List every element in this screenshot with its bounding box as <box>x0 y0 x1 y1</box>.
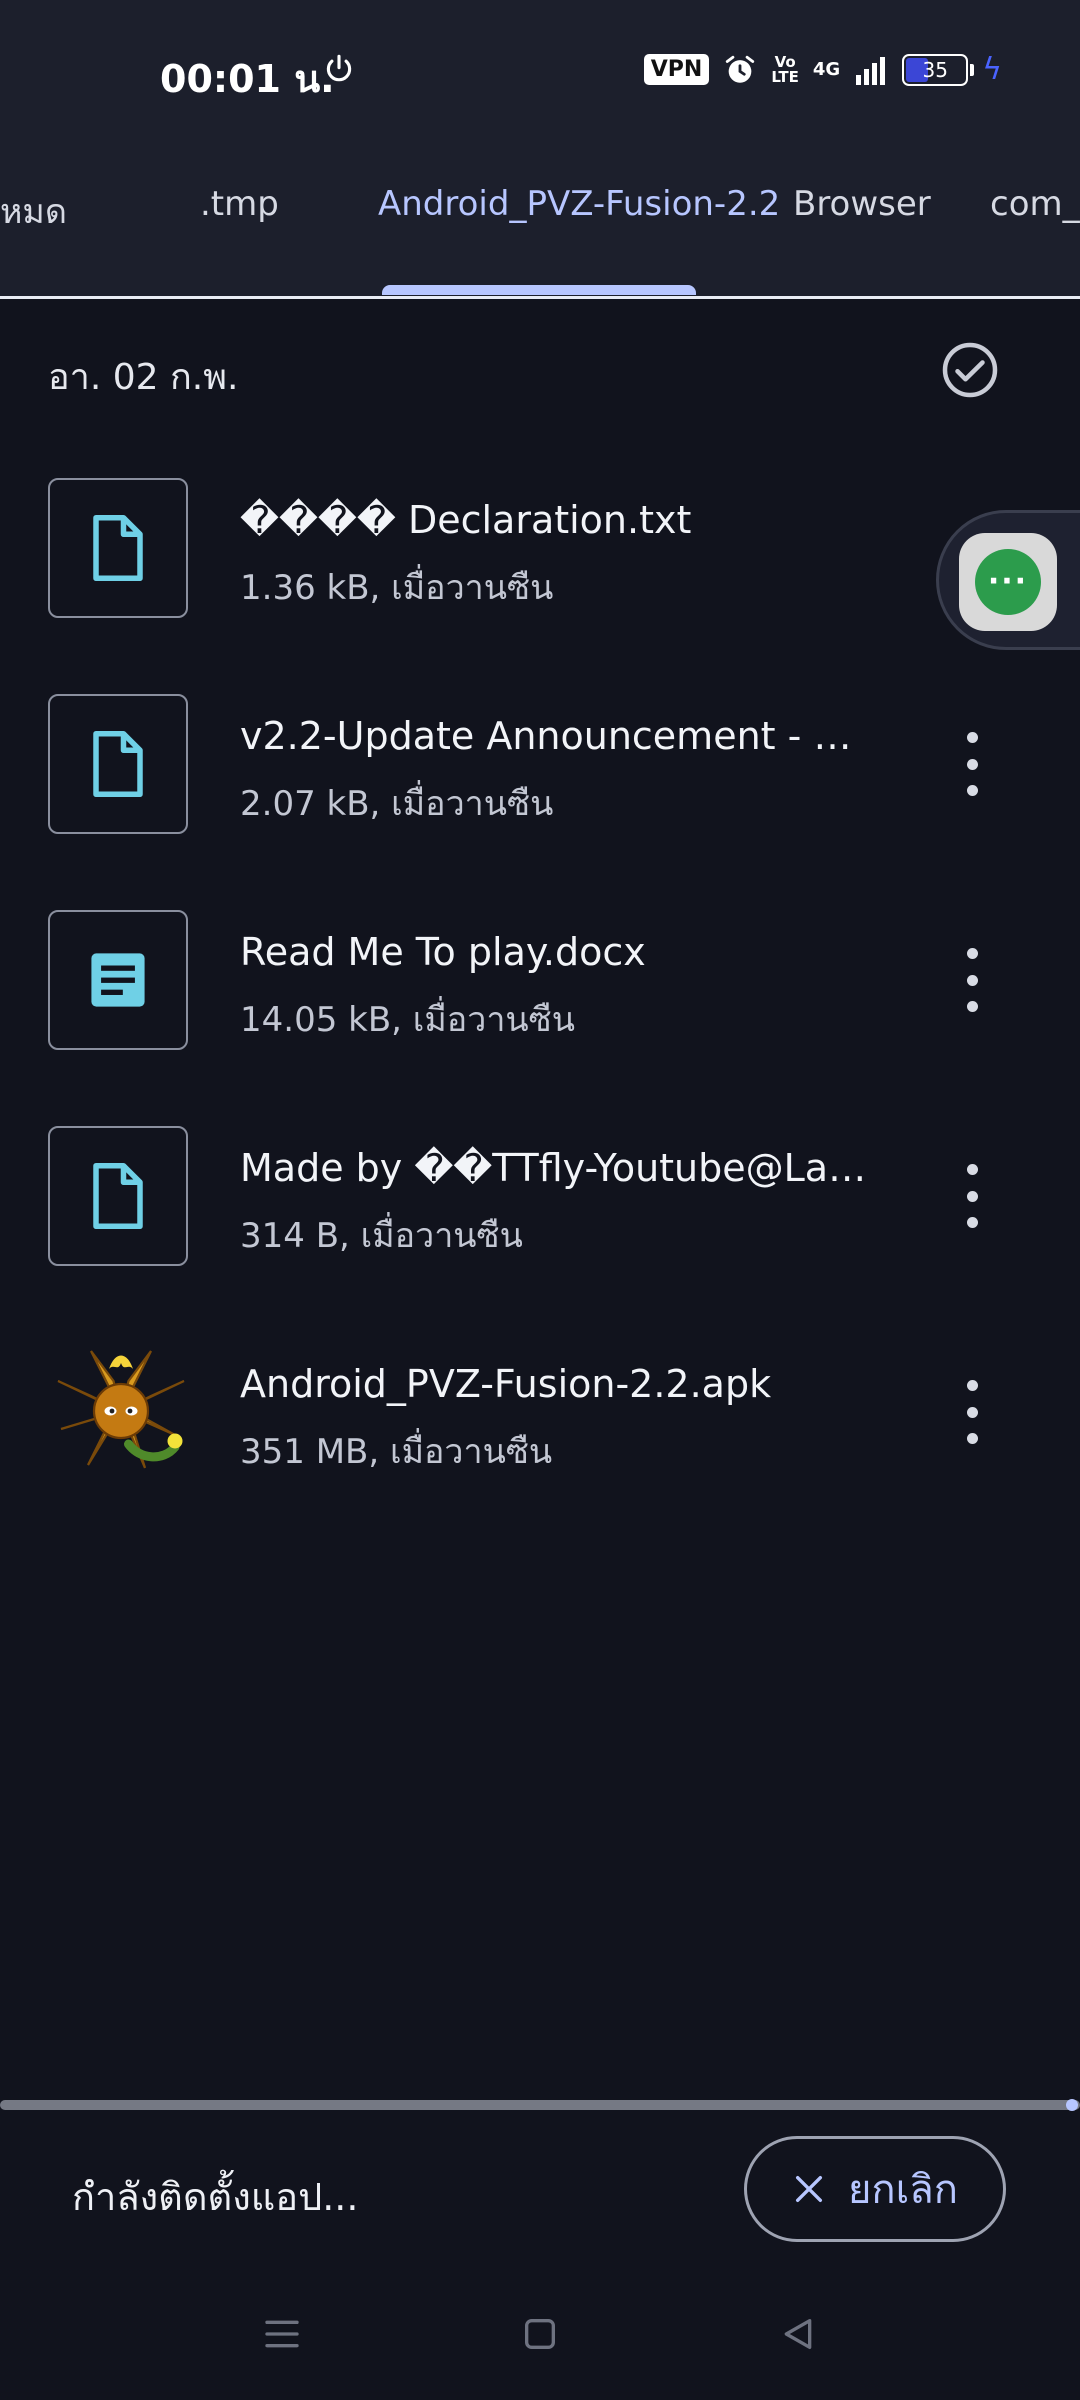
file-row[interactable]: Made by ��ТТfly-Youtube@Lanpia··· 314 B,… <box>0 1126 1080 1306</box>
file-icon <box>93 731 143 797</box>
file-name: Read Me To play.docx <box>240 930 646 974</box>
tab-android-pvz-fusion[interactable]: Android_PVZ-Fusion-2.2 <box>378 184 780 224</box>
bubble-app-icon: ··· <box>959 533 1057 631</box>
more-options-icon[interactable] <box>950 1164 994 1228</box>
document-icon <box>91 953 145 1007</box>
signal-icon <box>856 56 886 85</box>
file-thumbnail <box>48 478 188 618</box>
install-status-text: กำลังติดตั้งแอป... <box>72 2175 359 2219</box>
tab-browser[interactable]: Browser <box>793 184 931 224</box>
apk-app-icon <box>57 1350 185 1469</box>
file-row[interactable]: v2.2-Update Announcement - ���··· 2.07 k… <box>0 694 1080 874</box>
file-name: ���� Declaration.txt <box>240 498 692 542</box>
more-options-icon[interactable] <box>950 948 994 1012</box>
install-progress-end <box>1066 2099 1078 2111</box>
file-icon <box>93 515 143 581</box>
date-header: อา. 02 ก.พ. <box>48 357 239 398</box>
file-meta: 14.05 kB, เมื่อวานซืน <box>240 1000 575 1040</box>
tab-tmp[interactable]: .tmp <box>200 184 279 224</box>
file-meta: 1.36 kB, เมื่อวานซืน <box>240 568 554 608</box>
charging-icon: ϟ <box>982 52 1002 87</box>
file-row[interactable]: ���� Declaration.txt 1.36 kB, เมื่อวานซื… <box>0 478 1080 658</box>
back-nav-icon[interactable] <box>778 2314 818 2354</box>
file-thumbnail <box>48 1126 188 1266</box>
select-all-check-icon[interactable] <box>940 340 1000 400</box>
status-time: 00:01 น. <box>160 57 335 101</box>
tab-com-ad[interactable]: com_ad <box>990 184 1080 224</box>
network-type: 4G <box>812 59 841 80</box>
volte-bottom: LTE <box>771 67 799 86</box>
power-icon <box>326 54 352 82</box>
vpn-badge: VPN <box>643 54 710 85</box>
file-meta: 314 B, เมื่อวานซืน <box>240 1216 523 1256</box>
cancel-button[interactable]: ยกเลิก <box>744 2136 1006 2242</box>
active-tab-indicator <box>382 285 696 295</box>
file-icon <box>93 1163 143 1229</box>
tab-all[interactable]: หมด <box>0 184 67 238</box>
file-name: v2.2-Update Announcement - ���··· <box>240 714 880 758</box>
home-nav-icon[interactable] <box>520 2314 560 2354</box>
status-icons: VPN Vo LTE 4G 35 ϟ <box>643 52 1002 87</box>
more-dots-icon: ··· <box>975 549 1041 615</box>
more-options-icon[interactable] <box>950 1380 994 1444</box>
file-meta: 2.07 kB, เมื่อวานซืน <box>240 784 554 824</box>
volte-indicator: Vo LTE <box>771 54 799 86</box>
alarm-icon <box>726 55 755 83</box>
battery-level: 35 <box>922 57 948 82</box>
file-name: Android_PVZ-Fusion-2.2.apk <box>240 1362 772 1406</box>
battery-icon: 35 <box>902 53 969 86</box>
file-name: Made by ��ТТfly-Youtube@Lanpia··· <box>240 1146 880 1190</box>
file-thumbnail <box>48 694 188 834</box>
navigation-bar <box>0 2270 1080 2400</box>
install-progress-bar <box>0 2100 1080 2110</box>
status-bar: 00:01 น. VPN Vo LTE 4G 35 ϟ <box>0 0 1080 150</box>
floating-chat-bubble[interactable]: ··· <box>936 510 1080 650</box>
more-options-icon[interactable] <box>950 732 994 796</box>
close-icon <box>795 2175 823 2203</box>
file-meta: 351 MB, เมื่อวานซืน <box>240 1432 553 1472</box>
folder-tabs: หมด .tmp Android_PVZ-Fusion-2.2 Browser … <box>0 150 1080 299</box>
file-thumbnail <box>48 910 188 1050</box>
file-row[interactable]: Android_PVZ-Fusion-2.2.apk 351 MB, เมื่อ… <box>0 1342 1080 1522</box>
menu-nav-icon[interactable] <box>262 2314 302 2354</box>
cancel-label: ยกเลิก <box>847 2167 959 2213</box>
file-row[interactable]: Read Me To play.docx 14.05 kB, เมื่อวานซ… <box>0 910 1080 1090</box>
battery-tip <box>970 63 975 76</box>
